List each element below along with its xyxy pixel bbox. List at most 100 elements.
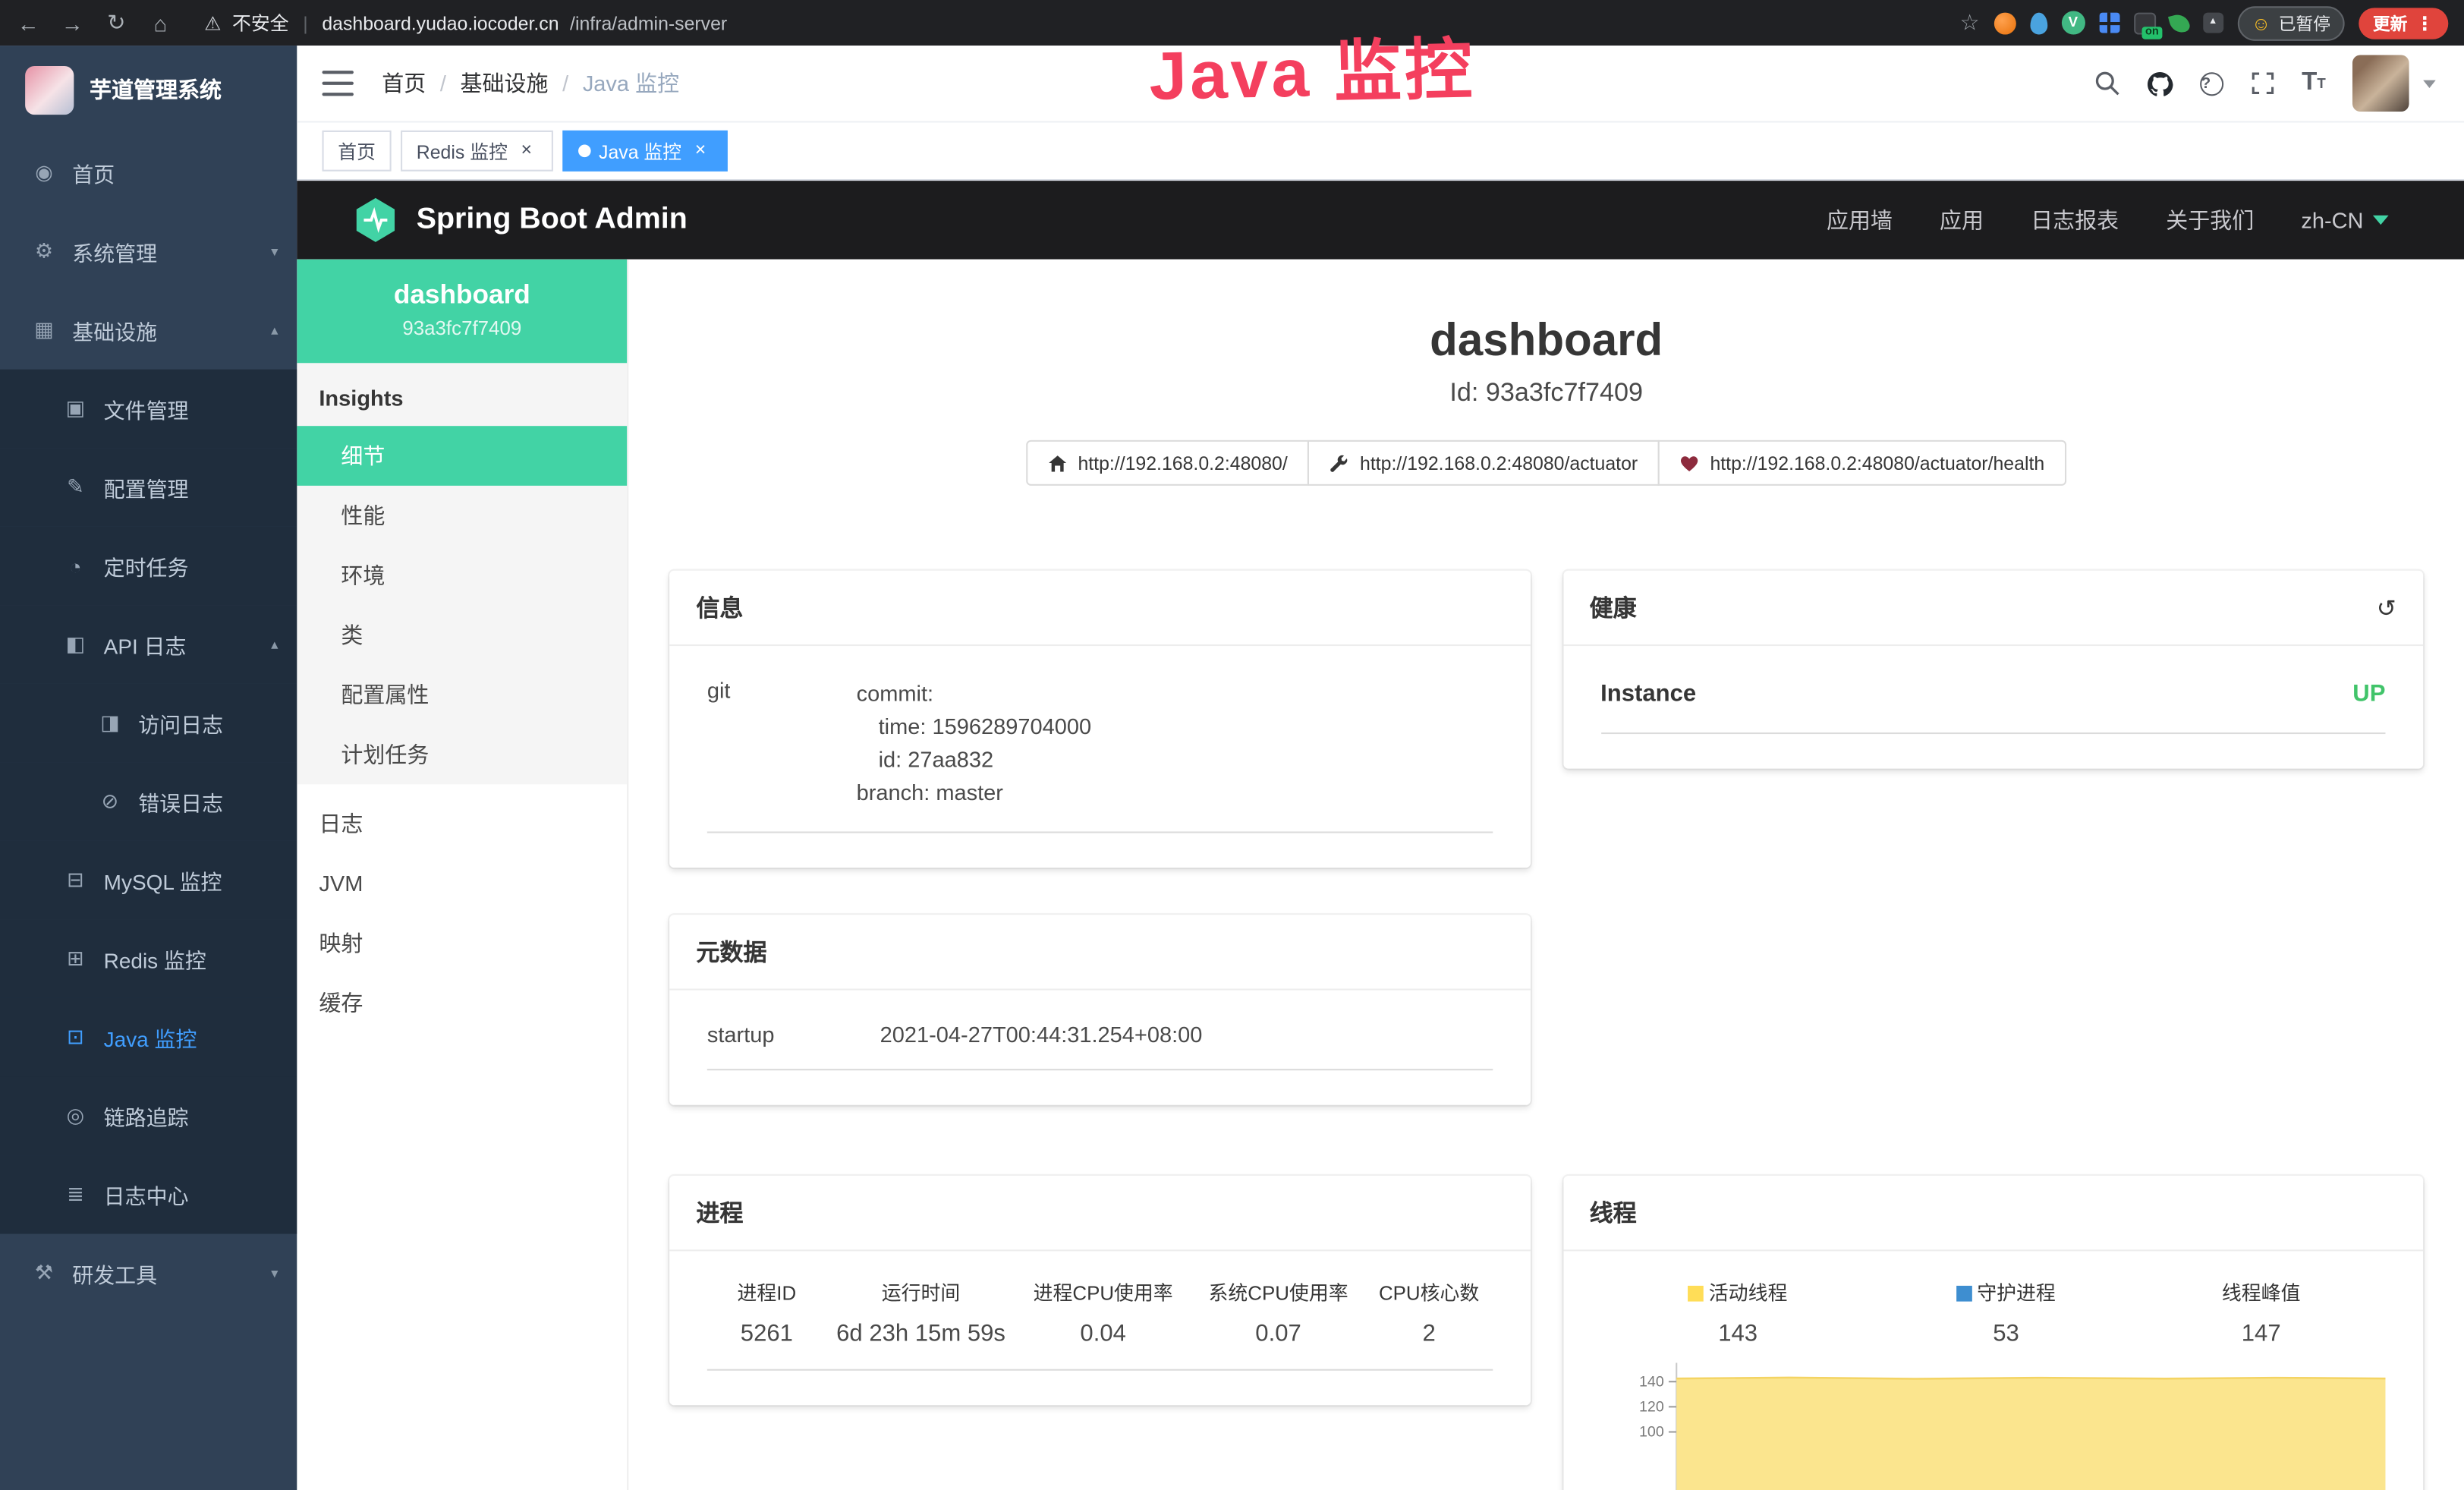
history-icon[interactable]: ↺	[2377, 594, 2396, 622]
paused-badge[interactable]: ☺ 已暂停	[2237, 5, 2344, 40]
forward-icon[interactable]: →	[60, 10, 85, 35]
breadcrumb-home[interactable]: 首页	[382, 68, 426, 99]
hamburger-icon[interactable]	[323, 71, 354, 96]
instance-link-actuator[interactable]: http://192.168.0.2:48080/actuator	[1308, 440, 1660, 486]
heartbeat-icon	[1680, 453, 1699, 472]
app-logo-row[interactable]: 芋道管理系统	[0, 46, 297, 134]
sba-nav-journal[interactable]: 日志报表	[2031, 204, 2119, 235]
sidebar-item-java-monitor[interactable]: ⊡ Java 监控	[0, 998, 297, 1077]
sidebar-item-home[interactable]: ◉ 首页	[0, 134, 297, 213]
sidebar-item-access-log[interactable]: ◨ 访问日志	[0, 684, 297, 763]
sidebar-item-label: 访问日志	[138, 707, 223, 739]
avatar-caret-icon[interactable]	[2423, 80, 2436, 87]
address-bar[interactable]: ⚠ 不安全 | dashboard.yudao.iocoder.cn/infra…	[204, 9, 1941, 36]
locale-selector[interactable]: zh-CN	[2301, 207, 2388, 232]
sidebar-item-system[interactable]: ⚙ 系统管理 ▾	[0, 213, 297, 291]
devtool-icon: ⚒	[31, 1261, 56, 1286]
github-icon[interactable]	[2146, 70, 2173, 96]
sba-item-configprops[interactable]: 配置属性	[297, 665, 627, 725]
browser-extensions: ☆ V on ▲ ☺ 已暂停 更新 ⋮	[1960, 5, 2449, 40]
threads-chart: 140 120 100	[1600, 1362, 2385, 1490]
metadata-value: 2021-04-27T00:44:31.254+08:00	[880, 1022, 1203, 1047]
help-icon[interactable]: ?	[2200, 71, 2223, 95]
sba-brand[interactable]: Spring Boot Admin	[354, 197, 688, 244]
info-git-value: commit: time: 1596289704000 id: 27aa832 …	[857, 678, 1091, 810]
sidebar-item-job[interactable]: ◔ 定时任务	[0, 527, 297, 606]
threads-card: 线程 活动线程 143	[1562, 1176, 2423, 1490]
kebab-menu-icon[interactable]: ⋮	[2415, 12, 2434, 34]
git-id-line: id: 27aa832	[857, 743, 1091, 776]
info-git-row: git commit: time: 1596289704000 id: 27aa…	[707, 652, 1492, 833]
breadcrumb-infra[interactable]: 基础设施	[461, 68, 549, 99]
sidebar-item-redis[interactable]: ⊞ Redis 监控	[0, 919, 297, 998]
sidebar-item-config[interactable]: ✎ 配置管理	[0, 448, 297, 527]
sidebar-item-mysql[interactable]: ⊟ MySQL 监控	[0, 841, 297, 920]
sba-item-jvm[interactable]: JVM	[297, 853, 627, 913]
sidebar-item-api-log[interactable]: ◧ API 日志 ▴	[0, 605, 297, 684]
sidebar-item-log-center[interactable]: ≣ 日志中心	[0, 1155, 297, 1234]
sba-item-classes[interactable]: 类	[297, 605, 627, 665]
sidebar-item-trace[interactable]: ◎ 链路追踪	[0, 1076, 297, 1155]
legend-yellow-square	[1688, 1286, 1704, 1302]
sba-nav-about[interactable]: 关于我们	[2166, 204, 2254, 235]
sba-item-metrics[interactable]: 性能	[297, 486, 627, 546]
legend-daemon-label: 守护进程	[1875, 1276, 2137, 1306]
process-value: 0.07	[1191, 1320, 1366, 1347]
sba-item-caches[interactable]: 缓存	[297, 973, 627, 1033]
sidebar-item-infra[interactable]: ▦ 基础设施 ▴	[0, 291, 297, 370]
process-header: 系统CPU使用率	[1191, 1276, 1366, 1306]
close-icon[interactable]: ×	[689, 140, 711, 162]
instance-link-health[interactable]: http://192.168.0.2:48080/actuator/health	[1658, 440, 2066, 486]
extension-icon-dark[interactable]: ▲	[2203, 13, 2223, 33]
api-log-icon: ◧	[63, 632, 88, 657]
instance-header[interactable]: dashboard 93a3fc7f7409	[297, 260, 627, 364]
extension-icon-drop[interactable]	[2030, 12, 2047, 34]
search-icon[interactable]	[2094, 71, 2119, 96]
sba-item-logs[interactable]: 日志	[297, 794, 627, 854]
chevron-down-icon: ▾	[271, 243, 278, 260]
bookmark-star-icon[interactable]: ☆	[1960, 9, 1980, 36]
font-size-icon[interactable]: TT	[2302, 69, 2326, 97]
info-git-label: git	[707, 678, 857, 810]
sba-item-env[interactable]: 环境	[297, 546, 627, 606]
sidebar-item-file[interactable]: ▣ 文件管理	[0, 370, 297, 449]
sba-nav-applications[interactable]: 应用	[1940, 204, 1984, 235]
extension-icon-tampermonkey[interactable]: on	[2134, 12, 2156, 34]
reload-icon[interactable]: ↻	[104, 9, 129, 36]
tag-home[interactable]: 首页	[323, 131, 392, 172]
instance-link-home[interactable]: http://192.168.0.2:48080/	[1026, 440, 1310, 486]
back-icon[interactable]: ←	[16, 10, 41, 35]
sba-item-mappings[interactable]: 映射	[297, 913, 627, 973]
sidebar-item-devtool[interactable]: ⚒ 研发工具 ▾	[0, 1234, 297, 1313]
close-icon[interactable]: ×	[515, 140, 537, 162]
extension-icon-orange[interactable]	[1994, 12, 2016, 34]
file-icon: ▣	[63, 396, 88, 421]
sba-item-details[interactable]: 细节	[297, 426, 627, 486]
extension-icon-leaf[interactable]	[2167, 11, 2190, 34]
browser-update-button[interactable]: 更新 ⋮	[2359, 7, 2448, 38]
sba-main: dashboard Id: 93a3fc7f7409 http://192.16…	[628, 260, 2464, 1490]
extension-icon-grid[interactable]	[2099, 13, 2119, 33]
tag-java-monitor[interactable]: Java 监控 ×	[562, 131, 727, 172]
user-avatar[interactable]	[2352, 55, 2409, 112]
health-instance-row[interactable]: Instance UP	[1600, 652, 2385, 734]
spring-boot-admin: Spring Boot Admin 应用墙 应用 日志报表 关于我们 zh-CN	[297, 181, 2464, 1490]
app-logo	[25, 65, 74, 114]
legend-daemon-value: 53	[1875, 1320, 2137, 1347]
info-card-title: 信息	[669, 571, 1530, 646]
extension-icon-vue[interactable]: V	[2061, 11, 2085, 34]
y-tick-100: 100	[1638, 1424, 1663, 1441]
health-card: 健康 ↺ Instance UP	[1562, 571, 2423, 769]
tag-redis-monitor[interactable]: Redis 监控 ×	[401, 131, 553, 172]
sba-item-scheduled[interactable]: 计划任务	[297, 725, 627, 785]
paused-label: 已暂停	[2279, 10, 2330, 35]
fullscreen-icon[interactable]	[2250, 71, 2275, 96]
home-icon[interactable]: ⌂	[148, 10, 173, 35]
page-title: dashboard	[669, 316, 2423, 367]
sidebar-item-error-log[interactable]: ⊘ 错误日志	[0, 762, 297, 841]
page-id: Id: 93a3fc7f7409	[669, 379, 2423, 408]
sba-nav-wallboard[interactable]: 应用墙	[1827, 204, 1893, 235]
chevron-down-icon: ▾	[271, 1265, 278, 1282]
git-branch-line: branch: master	[857, 777, 1091, 809]
sidebar-item-label: MySQL 监控	[104, 865, 222, 896]
